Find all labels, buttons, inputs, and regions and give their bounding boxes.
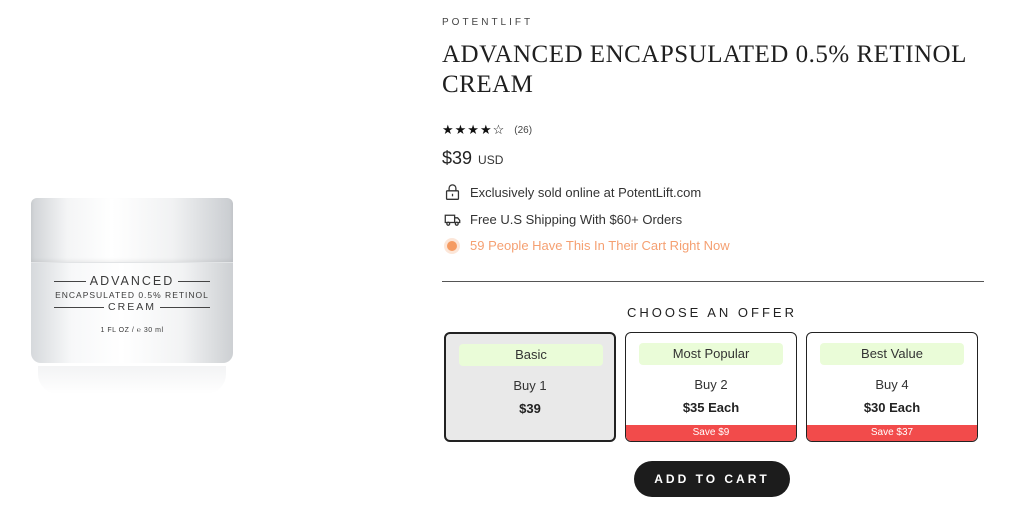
jar-lid xyxy=(31,198,233,264)
offer-tag: Best Value xyxy=(820,343,964,365)
offer-basic[interactable]: Basic Buy 1 $39 xyxy=(444,332,616,442)
price-currency: USD xyxy=(478,153,504,167)
lock-icon xyxy=(445,184,460,200)
product-title: ADVANCED ENCAPSULATED 0.5% RETINOL CREAM xyxy=(442,41,966,98)
jar-label-line1: ADVANCED xyxy=(89,274,175,288)
offer-tag: Basic xyxy=(459,344,603,366)
offer-best-value[interactable]: Best Value Buy 4 $30 Each Save $37 xyxy=(806,332,978,442)
offer-most-popular[interactable]: Most Popular Buy 2 $35 Each Save $9 xyxy=(625,332,797,442)
jar-label-line4: 1 FL OZ / ℮ 30 ml xyxy=(100,327,164,334)
offer-price: $35 Each xyxy=(682,400,740,415)
offer-savings-badge: Save $9 xyxy=(626,425,796,441)
feature-shipping: Free U.S Shipping With $60+ Orders xyxy=(444,211,682,228)
review-count[interactable]: (26) xyxy=(514,125,532,136)
offer-tag: Most Popular xyxy=(639,343,783,365)
feature-exclusive: Exclusively sold online at PotentLift.co… xyxy=(444,184,701,201)
offer-heading: CHOOSE AN OFFER xyxy=(627,305,797,320)
product-rating[interactable]: ★★★★☆ (26) xyxy=(442,122,532,138)
star-rating-icon: ★★★★☆ xyxy=(442,122,506,137)
offer-quantity: Buy 1 xyxy=(513,378,547,393)
feature-text: 59 People Have This In Their Cart Right … xyxy=(470,238,730,253)
feature-text: Exclusively sold online at PotentLift.co… xyxy=(470,185,702,200)
feature-text: Free U.S Shipping With $60+ Orders xyxy=(470,212,683,227)
jar-label: ADVANCED ENCAPSULATED 0.5% RETINOL CREAM… xyxy=(18,274,246,334)
add-to-cart-button[interactable]: ADD TO CART xyxy=(634,461,790,497)
jar-label-line3: CREAM xyxy=(108,301,156,313)
offer-savings-badge: Save $37 xyxy=(807,425,977,441)
truck-icon xyxy=(444,214,461,226)
offer-price: $39 xyxy=(519,401,541,416)
price-amount: $39 xyxy=(442,148,473,168)
offer-quantity: Buy 2 xyxy=(694,377,728,392)
offer-quantity: Buy 4 xyxy=(875,377,909,392)
product-image[interactable]: ADVANCED ENCAPSULATED 0.5% RETINOL CREAM… xyxy=(18,190,246,400)
offer-price: $30 Each xyxy=(863,400,921,415)
brand-name[interactable]: POTENTLIFT xyxy=(442,17,533,28)
feature-urgency: 59 People Have This In Their Cart Right … xyxy=(444,238,730,253)
pulse-dot-icon xyxy=(447,240,457,251)
jar-reflection xyxy=(38,366,226,394)
divider xyxy=(442,281,984,282)
product-price: $39 USD xyxy=(442,148,503,169)
jar-label-line2: ENCAPSULATED 0.5% RETINOL xyxy=(55,290,209,300)
